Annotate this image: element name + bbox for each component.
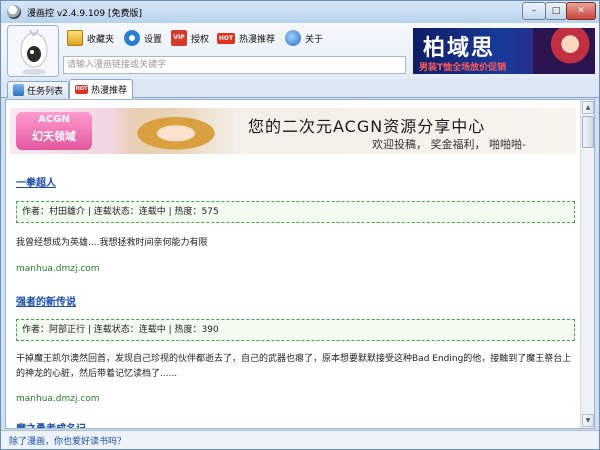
about-label: 关于 xyxy=(305,34,324,45)
tab-hot-recommend-label: 热漫推荐 xyxy=(90,86,127,96)
tab-strip: 任务列表 HOT 热漫推荐 xyxy=(1,79,599,99)
promo-banner[interactable]: ACGN 幻天领域 您的二次元ACGN资源分享中心 欢迎投稿， 奖金福利， 啪啪… xyxy=(10,108,576,154)
banner-subline: 欢迎投稿， 奖金福利， 啪啪啪- xyxy=(372,138,526,151)
gear-icon xyxy=(124,30,140,46)
entry-source[interactable]: manhua.dmzj.com xyxy=(16,394,100,404)
app-window: 漫画控 v2.4.9.109 [免费版] – □ ✕ 收藏夹 设置 VIP 授权… xyxy=(0,0,600,450)
app-logo-icon xyxy=(7,5,21,19)
entry-description: 干掉魔王凯尔澳然回首，发现自己珍视的伙伴都逝去了，自己的武器也瘪了，原本想要默默… xyxy=(16,354,572,379)
ad-banner[interactable]: 柏域思 男装T恤全场放价促销 xyxy=(413,28,595,74)
settings-label: 设置 xyxy=(144,34,163,45)
search-input[interactable] xyxy=(63,56,406,74)
banner-character-image xyxy=(116,108,236,154)
hot-recommend-label: 热漫推荐 xyxy=(239,34,276,45)
entry-title-link[interactable]: 魔之勇者成名记 xyxy=(16,420,86,428)
ad-title: 柏域思 xyxy=(423,35,496,61)
banner-logo-line1: ACGN xyxy=(38,114,70,125)
scroll-down-arrow-icon[interactable]: ▼ xyxy=(582,414,594,427)
mascot-icon xyxy=(8,26,58,76)
entry-title-link[interactable]: 一拳超人 xyxy=(16,174,56,189)
hot-badge-icon: HOT xyxy=(75,85,88,94)
tab-hot-recommend[interactable]: HOT 热漫推荐 xyxy=(69,79,133,99)
vertical-scrollbar[interactable]: ▲ ▼ xyxy=(580,100,594,428)
banner-logo: ACGN 幻天领域 xyxy=(16,112,92,150)
entry-source[interactable]: manhua.dmzj.com xyxy=(16,264,100,274)
favorites-folder-icon xyxy=(67,30,83,46)
entry-meta: 作者：阿部正行 | 连载状态：连载中 | 热度：390 xyxy=(16,319,575,341)
close-button[interactable]: ✕ xyxy=(566,2,596,20)
banner-logo-line2: 幻天领域 xyxy=(32,130,76,143)
status-promo-link[interactable]: 除了漫画，你也爱好读书吗？ xyxy=(9,434,126,447)
favorites-label: 收藏夹 xyxy=(87,34,115,45)
entry-title-link[interactable]: 强者的新传说 xyxy=(16,293,76,308)
mascot-avatar xyxy=(7,25,59,77)
tab-task-list-label: 任务列表 xyxy=(26,86,63,97)
window-title: 漫画控 v2.4.9.109 [免费版] xyxy=(27,9,143,19)
banner-headline: 您的二次元ACGN资源分享中心 xyxy=(248,117,486,136)
license-label: 授权 xyxy=(191,34,210,45)
scroll-up-arrow-icon[interactable]: ▲ xyxy=(582,101,594,114)
download-icon xyxy=(13,84,24,96)
ad-subtitle: 男装T恤全场放价促销 xyxy=(419,63,507,73)
vip-icon: VIP xyxy=(171,30,187,46)
hot-recommend-button[interactable]: HOT 热漫推荐 xyxy=(217,29,275,47)
settings-button[interactable]: 设置 xyxy=(124,29,162,47)
minimize-button[interactable]: – xyxy=(522,2,546,20)
tab-task-list[interactable]: 任务列表 xyxy=(7,81,69,98)
about-button[interactable]: 关于 xyxy=(285,29,323,47)
maximize-button[interactable]: □ xyxy=(545,2,567,20)
title-bar[interactable]: 漫画控 v2.4.9.109 [免费版] – □ ✕ xyxy=(1,1,599,23)
entry-meta: 作者：村田雄介 | 连载状态：连载中 | 热度：575 xyxy=(16,201,575,223)
hot-badge-icon: HOT xyxy=(217,32,235,44)
scroll-thumb[interactable] xyxy=(582,116,594,148)
toolbar-area: 收藏夹 设置 VIP 授权 HOT 热漫推荐 关于 柏域思 男装T恤全场放价促销 xyxy=(1,23,599,79)
ad-model-image xyxy=(533,28,595,74)
recommend-panel[interactable]: ACGN 幻天领域 您的二次元ACGN资源分享中心 欢迎投稿， 奖金福利， 啪啪… xyxy=(5,99,595,429)
license-button[interactable]: VIP 授权 xyxy=(171,29,209,47)
favorites-button[interactable]: 收藏夹 xyxy=(67,29,114,47)
entry-description: 我曾经想成为英雄....我想拯救时间亲何能力有限 xyxy=(16,238,208,248)
status-bar: 除了漫画，你也爱好读书吗？ xyxy=(1,430,599,449)
about-icon xyxy=(285,30,301,46)
